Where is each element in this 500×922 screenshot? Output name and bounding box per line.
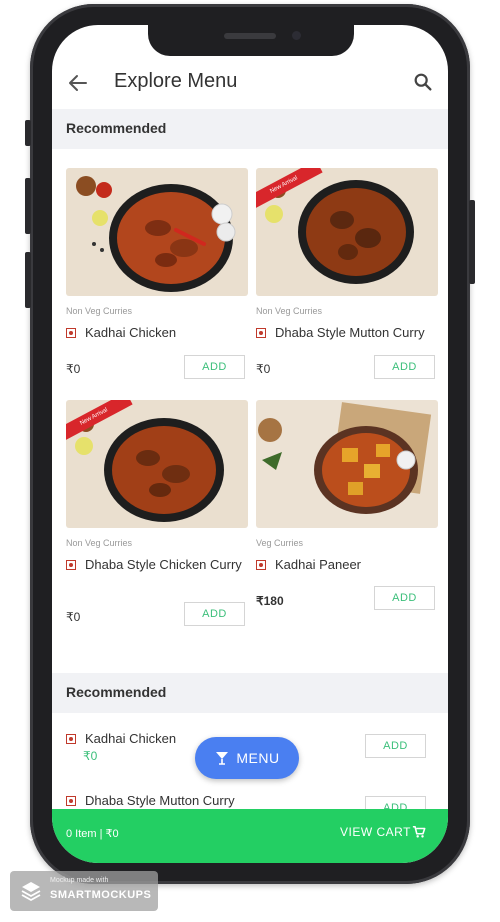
list-dish-name: Dhaba Style Mutton Curry <box>85 793 235 808</box>
list-item-dhaba-mutton-curry[interactable]: Dhaba Style Mutton Curry <box>66 792 235 809</box>
card-category: Veg Curries <box>256 538 304 548</box>
card-price: ₹180 <box>256 594 284 608</box>
page-title: Explore Menu <box>114 70 238 92</box>
card-dish-name: Dhaba Style Mutton Curry <box>275 325 425 340</box>
dish-image <box>66 168 248 296</box>
card-price: ₹0 <box>66 362 81 376</box>
cart-summary: 0 Item | ₹0 <box>66 828 119 840</box>
smartmockups-watermark: Mockup made with SMARTMOCKUPS <box>10 871 158 911</box>
add-button[interactable]: ADD <box>184 355 245 379</box>
view-cart-button[interactable]: VIEW CART <box>340 825 411 839</box>
phone-side-button <box>25 120 31 146</box>
list-section-header: Recommended <box>52 673 448 713</box>
app-screen: Explore Menu Recommended Non Veg Curries… <box>52 25 448 863</box>
section-title: Recommended <box>66 120 167 136</box>
watermark-caption: Mockup made with <box>50 877 109 884</box>
card-name-row: Dhaba Style Chicken Curry <box>66 556 248 573</box>
nonveg-marker-icon <box>66 733 76 744</box>
list-dish-name: Kadhai Chicken <box>85 731 177 746</box>
card-category: Non Veg Curries <box>66 306 133 316</box>
nonveg-marker-icon <box>256 328 266 338</box>
phone-volume-down <box>25 252 31 308</box>
section-title: Recommended <box>66 684 167 700</box>
app-bar: Explore Menu <box>52 65 448 105</box>
card-name-row: Dhaba Style Mutton Curry <box>256 324 438 341</box>
phone-volume-up <box>25 178 31 234</box>
menu-card-kadhai-paneer[interactable]: Veg Curries Kadhai Paneer ₹180 ADD <box>256 400 438 610</box>
veg-marker-icon <box>256 560 266 570</box>
front-camera <box>292 31 301 40</box>
dish-image: New Arrival <box>66 400 248 528</box>
card-category: Non Veg Curries <box>256 306 323 316</box>
nonveg-marker-icon <box>66 560 76 570</box>
dish-image: New Arrival <box>256 168 438 296</box>
search-icon[interactable] <box>412 71 434 93</box>
recommended-section-header: Recommended <box>52 109 448 149</box>
menu-button[interactable]: MENU <box>195 737 299 779</box>
nonveg-marker-icon <box>66 795 76 806</box>
card-price: ₹0 <box>66 610 81 624</box>
list-item-kadhai-chicken[interactable]: Kadhai Chicken <box>66 730 176 747</box>
card-name-row: Kadhai Chicken <box>66 324 248 341</box>
phone-power-button <box>469 200 475 284</box>
add-button[interactable]: ADD <box>365 734 426 758</box>
add-button[interactable]: ADD <box>374 355 435 379</box>
card-category: Non Veg Curries <box>66 538 133 548</box>
cart-icon[interactable] <box>412 825 426 839</box>
cocktail-glass-icon <box>216 752 229 765</box>
back-arrow-icon[interactable] <box>66 71 90 95</box>
card-price: ₹0 <box>256 362 271 376</box>
add-button[interactable]: ADD <box>184 602 245 626</box>
layers-logo-icon <box>21 882 41 902</box>
menu-card-kadhai-chicken[interactable]: Non Veg Curries Kadhai Chicken ₹0 ADD <box>66 168 248 379</box>
watermark-brand: SMARTMOCKUPS <box>50 889 152 901</box>
nonveg-marker-icon <box>66 328 76 338</box>
list-price: ₹0 <box>83 749 98 763</box>
dish-image <box>256 400 438 528</box>
add-button[interactable]: ADD <box>374 586 435 610</box>
card-dish-name: Kadhai Paneer <box>275 557 362 572</box>
phone-notch <box>148 25 354 56</box>
card-name-row: Kadhai Paneer <box>256 556 438 573</box>
menu-button-label: MENU <box>236 750 280 766</box>
menu-card-dhaba-mutton-curry[interactable]: New Arrival Non Veg Curries Dhaba Style … <box>256 168 438 379</box>
speaker-grille <box>224 33 276 39</box>
card-dish-name: Kadhai Chicken <box>85 325 177 340</box>
card-dish-name: Dhaba Style Chicken Curry <box>85 557 242 572</box>
cart-bar[interactable]: 0 Item | ₹0 VIEW CART <box>52 809 448 863</box>
menu-card-dhaba-chicken-curry[interactable]: New Arrival Non Veg Curries Dhaba Style … <box>66 400 248 626</box>
